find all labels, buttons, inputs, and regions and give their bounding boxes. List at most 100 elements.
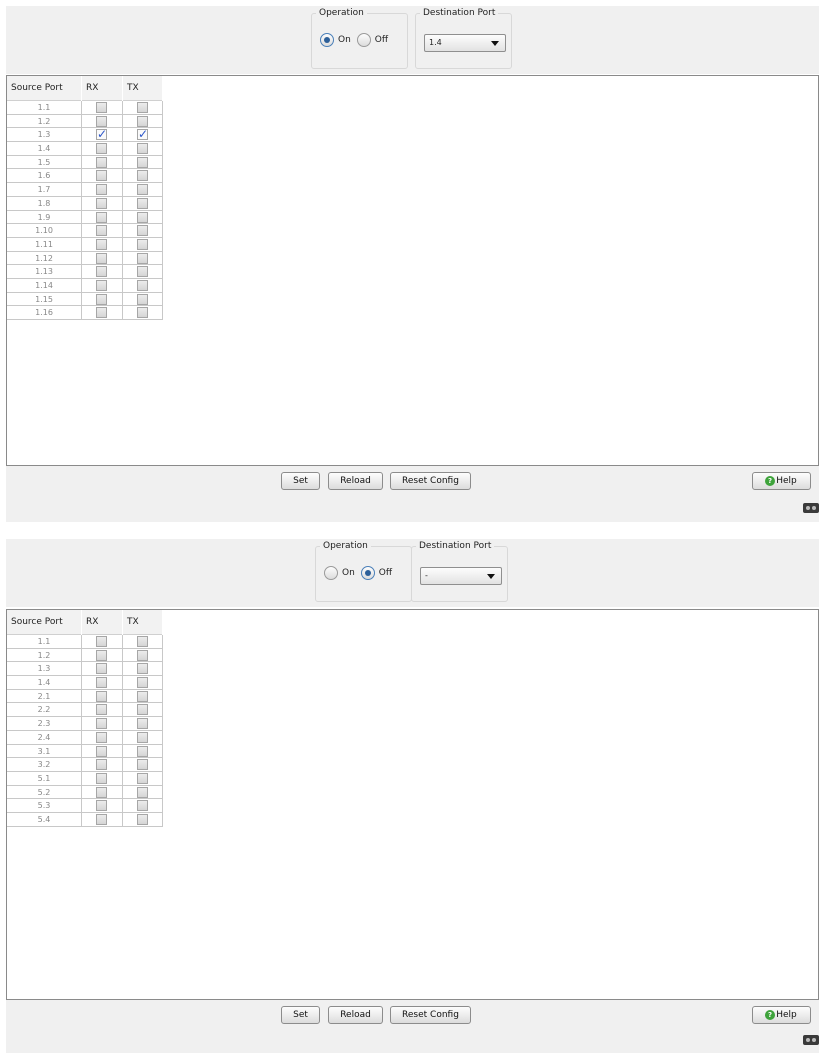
operation-on-radio[interactable]: On: [324, 566, 355, 580]
rx-checkbox[interactable]: [96, 279, 107, 291]
tx-checkbox[interactable]: [137, 663, 148, 675]
rx-checkbox[interactable]: [96, 636, 107, 647]
radio-unchecked-icon[interactable]: [356, 33, 371, 47]
rx-checkbox[interactable]: [96, 800, 107, 812]
radio-checked-icon[interactable]: [320, 33, 334, 47]
rx-checkbox[interactable]: [96, 266, 107, 278]
rx-checkbox[interactable]: [96, 211, 107, 223]
tx-checkbox[interactable]: [137, 197, 148, 209]
tx-checkbox[interactable]: [137, 745, 148, 757]
reload-button[interactable]: Reload: [328, 1006, 383, 1024]
table-row: 1.12: [7, 251, 163, 266]
tx-checkbox[interactable]: [137, 772, 148, 784]
rx-checkbox[interactable]: [96, 772, 107, 784]
rx-checkbox[interactable]: [96, 184, 107, 196]
tx-checkbox[interactable]: [137, 649, 148, 661]
tx-checkbox[interactable]: [137, 677, 148, 689]
reset-config-button[interactable]: Reset Config: [390, 1006, 471, 1024]
tx-checkbox[interactable]: [137, 279, 148, 291]
rx-checkbox[interactable]: [96, 252, 107, 264]
rx-checkbox[interactable]: [96, 238, 107, 250]
operation-off-radio[interactable]: Off: [356, 33, 388, 47]
tx-checkbox[interactable]: [137, 759, 148, 771]
table-row: 1.3: [7, 127, 163, 143]
header-rx[interactable]: RX: [82, 76, 123, 101]
rx-checkbox[interactable]: [96, 156, 107, 168]
header-tx[interactable]: TX: [123, 610, 163, 635]
rx-cell: [82, 278, 123, 292]
reset-config-button[interactable]: Reset Config: [390, 472, 471, 490]
tx-checkbox[interactable]: [137, 800, 148, 812]
tx-checkbox[interactable]: [137, 307, 148, 319]
tx-checkbox[interactable]: [137, 225, 148, 237]
tx-checkbox[interactable]: [137, 731, 148, 743]
destination-port-select[interactable]: -: [420, 567, 502, 585]
source-port-cell: 1.10: [7, 224, 82, 237]
rx-checkbox[interactable]: [96, 677, 107, 689]
tx-checkbox[interactable]: [137, 143, 148, 155]
rx-checkbox[interactable]: [96, 293, 107, 305]
rx-cell: [82, 127, 123, 141]
source-port-cell: 5.1: [7, 771, 82, 785]
rx-checkbox[interactable]: [96, 197, 107, 209]
tx-checkbox[interactable]: [137, 718, 148, 730]
tx-checkbox[interactable]: [137, 238, 148, 250]
tx-checkbox[interactable]: [137, 127, 148, 141]
tx-checkbox[interactable]: [137, 786, 148, 798]
tx-checkbox[interactable]: [137, 156, 148, 168]
set-button[interactable]: Set: [281, 1006, 320, 1024]
rx-checkbox[interactable]: [96, 786, 107, 798]
help-button[interactable]: ? Help: [752, 1006, 811, 1024]
rx-checkbox[interactable]: [96, 690, 107, 702]
help-button[interactable]: ? Help: [752, 472, 811, 490]
tx-checkbox[interactable]: [137, 266, 148, 278]
destination-port-value: 1.4: [429, 38, 442, 47]
tx-checkbox[interactable]: [137, 170, 148, 182]
header-tx[interactable]: TX: [123, 76, 163, 101]
rx-checkbox[interactable]: [96, 759, 107, 771]
tx-checkbox[interactable]: [137, 636, 148, 647]
tx-checkbox[interactable]: [137, 102, 148, 113]
rx-checkbox[interactable]: [96, 649, 107, 661]
tx-checkbox[interactable]: [137, 690, 148, 702]
rx-checkbox[interactable]: [96, 813, 107, 825]
tx-checkbox[interactable]: [137, 252, 148, 264]
operation-on-radio[interactable]: On: [320, 33, 351, 47]
tx-checkbox[interactable]: [137, 184, 148, 196]
rx-checkbox[interactable]: [96, 704, 107, 716]
operation-off-radio[interactable]: Off: [360, 566, 392, 580]
table-row: 1.6: [7, 169, 163, 184]
destination-port-select[interactable]: 1.4: [424, 34, 506, 52]
rx-checkbox[interactable]: [96, 115, 107, 127]
rx-checkbox[interactable]: [96, 127, 107, 141]
rx-cell: [82, 635, 123, 648]
source-port-cell: 1.4: [7, 676, 82, 689]
header-source-port[interactable]: Source Port: [7, 610, 82, 635]
connection-status-icon: [803, 503, 819, 513]
rx-checkbox[interactable]: [96, 143, 107, 155]
header-source-port[interactable]: Source Port: [7, 76, 82, 101]
tx-checkbox[interactable]: [137, 704, 148, 716]
rx-checkbox[interactable]: [96, 745, 107, 757]
rx-checkbox[interactable]: [96, 307, 107, 319]
source-port-cell: 1.12: [7, 251, 82, 265]
rx-checkbox[interactable]: [96, 731, 107, 743]
table-header: Source Port RX TX: [7, 76, 163, 101]
tx-checkbox[interactable]: [137, 211, 148, 223]
rx-checkbox[interactable]: [96, 718, 107, 730]
rx-checkbox[interactable]: [96, 102, 107, 113]
header-rx[interactable]: RX: [82, 610, 123, 635]
rx-checkbox[interactable]: [96, 170, 107, 182]
tx-checkbox[interactable]: [137, 813, 148, 825]
source-port-cell: 1.2: [7, 648, 82, 662]
reload-button[interactable]: Reload: [328, 472, 383, 490]
rx-checkbox[interactable]: [96, 663, 107, 675]
tx-checkbox[interactable]: [137, 115, 148, 127]
radio-checked-icon[interactable]: [360, 566, 375, 580]
source-port-cell: 1.11: [7, 237, 82, 251]
set-button[interactable]: Set: [281, 472, 320, 490]
radio-unchecked-icon[interactable]: [324, 566, 338, 580]
tx-checkbox[interactable]: [137, 293, 148, 305]
rx-checkbox[interactable]: [96, 225, 107, 237]
rx-cell: [82, 744, 123, 758]
